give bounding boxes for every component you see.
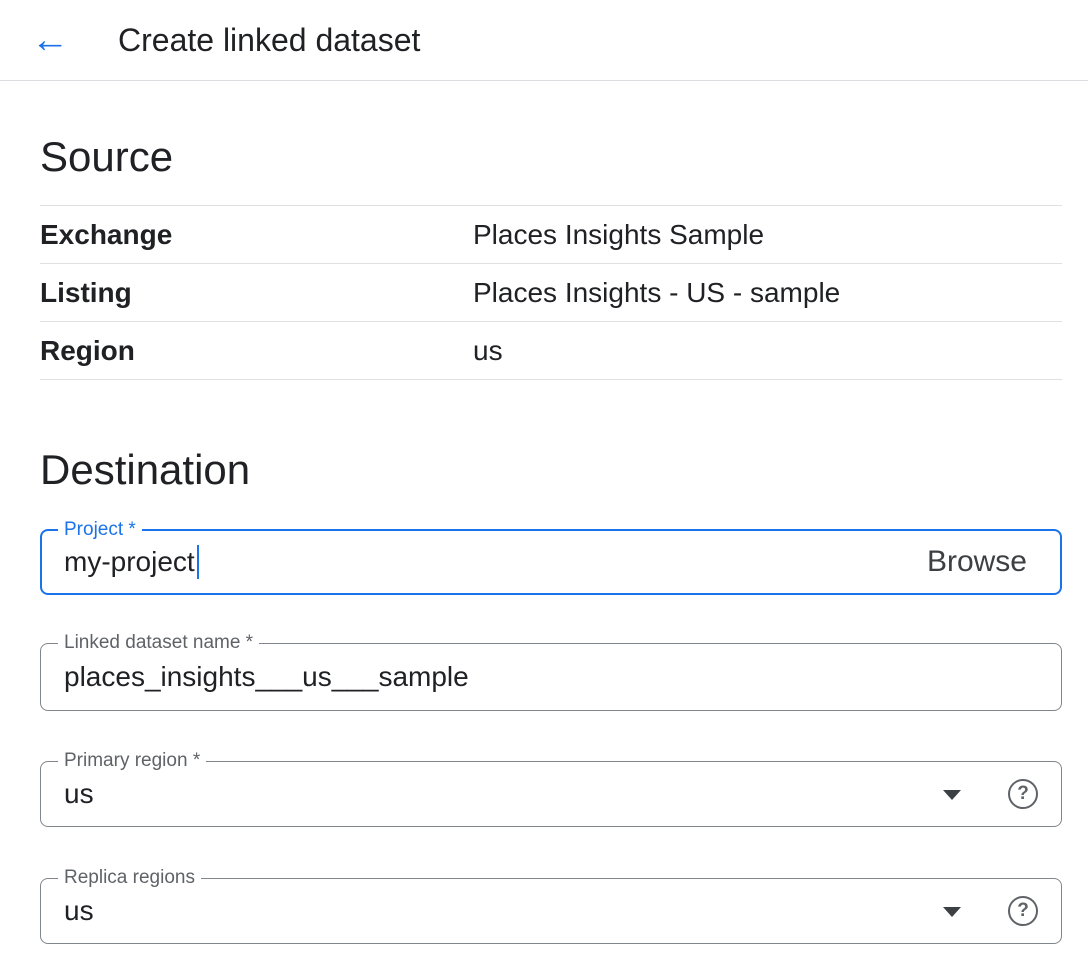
dropdown-arrow-icon[interactable] — [943, 907, 961, 917]
page-title: Create linked dataset — [118, 22, 420, 59]
region-label: Region — [40, 335, 473, 367]
browse-button[interactable]: Browse — [927, 545, 1027, 579]
destination-heading: Destination — [40, 446, 1062, 494]
listing-label: Listing — [40, 277, 473, 309]
replica-regions-label: Replica regions — [58, 866, 201, 890]
project-field-label: Project * — [58, 518, 142, 542]
back-button[interactable]: ← — [28, 18, 72, 62]
help-icon[interactable]: ? — [1008, 779, 1038, 809]
primary-region-label: Primary region * — [58, 749, 206, 773]
source-table: Exchange Places Insights Sample Listing … — [40, 205, 1062, 380]
linked-dataset-name-input[interactable]: places_insights___us___sample — [64, 661, 469, 693]
back-arrow-icon: ← — [31, 21, 69, 59]
table-row-exchange: Exchange Places Insights Sample — [40, 206, 1062, 264]
linked-dataset-name-field[interactable]: Linked dataset name * places_insights___… — [40, 643, 1062, 711]
exchange-value: Places Insights Sample — [473, 219, 1062, 251]
replica-regions-select[interactable]: Replica regions us ? — [40, 878, 1062, 944]
header: ← Create linked dataset — [0, 0, 1088, 81]
dropdown-arrow-icon[interactable] — [943, 790, 961, 800]
listing-value: Places Insights - US - sample — [473, 277, 1062, 309]
help-icon[interactable]: ? — [1008, 896, 1038, 926]
primary-region-value: us — [64, 778, 94, 810]
text-cursor — [197, 545, 199, 579]
table-row-listing: Listing Places Insights - US - sample — [40, 264, 1062, 322]
replica-regions-value: us — [64, 895, 94, 927]
exchange-label: Exchange — [40, 219, 473, 251]
table-row-region: Region us — [40, 322, 1062, 380]
linked-dataset-name-label: Linked dataset name * — [58, 631, 259, 655]
main-content: Source Exchange Places Insights Sample L… — [0, 133, 1088, 944]
source-heading: Source — [40, 133, 1062, 181]
project-field[interactable]: Project * my-project Browse — [40, 529, 1062, 595]
region-value: us — [473, 335, 1062, 367]
project-input[interactable]: my-project — [64, 546, 195, 578]
primary-region-select[interactable]: Primary region * us ? — [40, 761, 1062, 827]
